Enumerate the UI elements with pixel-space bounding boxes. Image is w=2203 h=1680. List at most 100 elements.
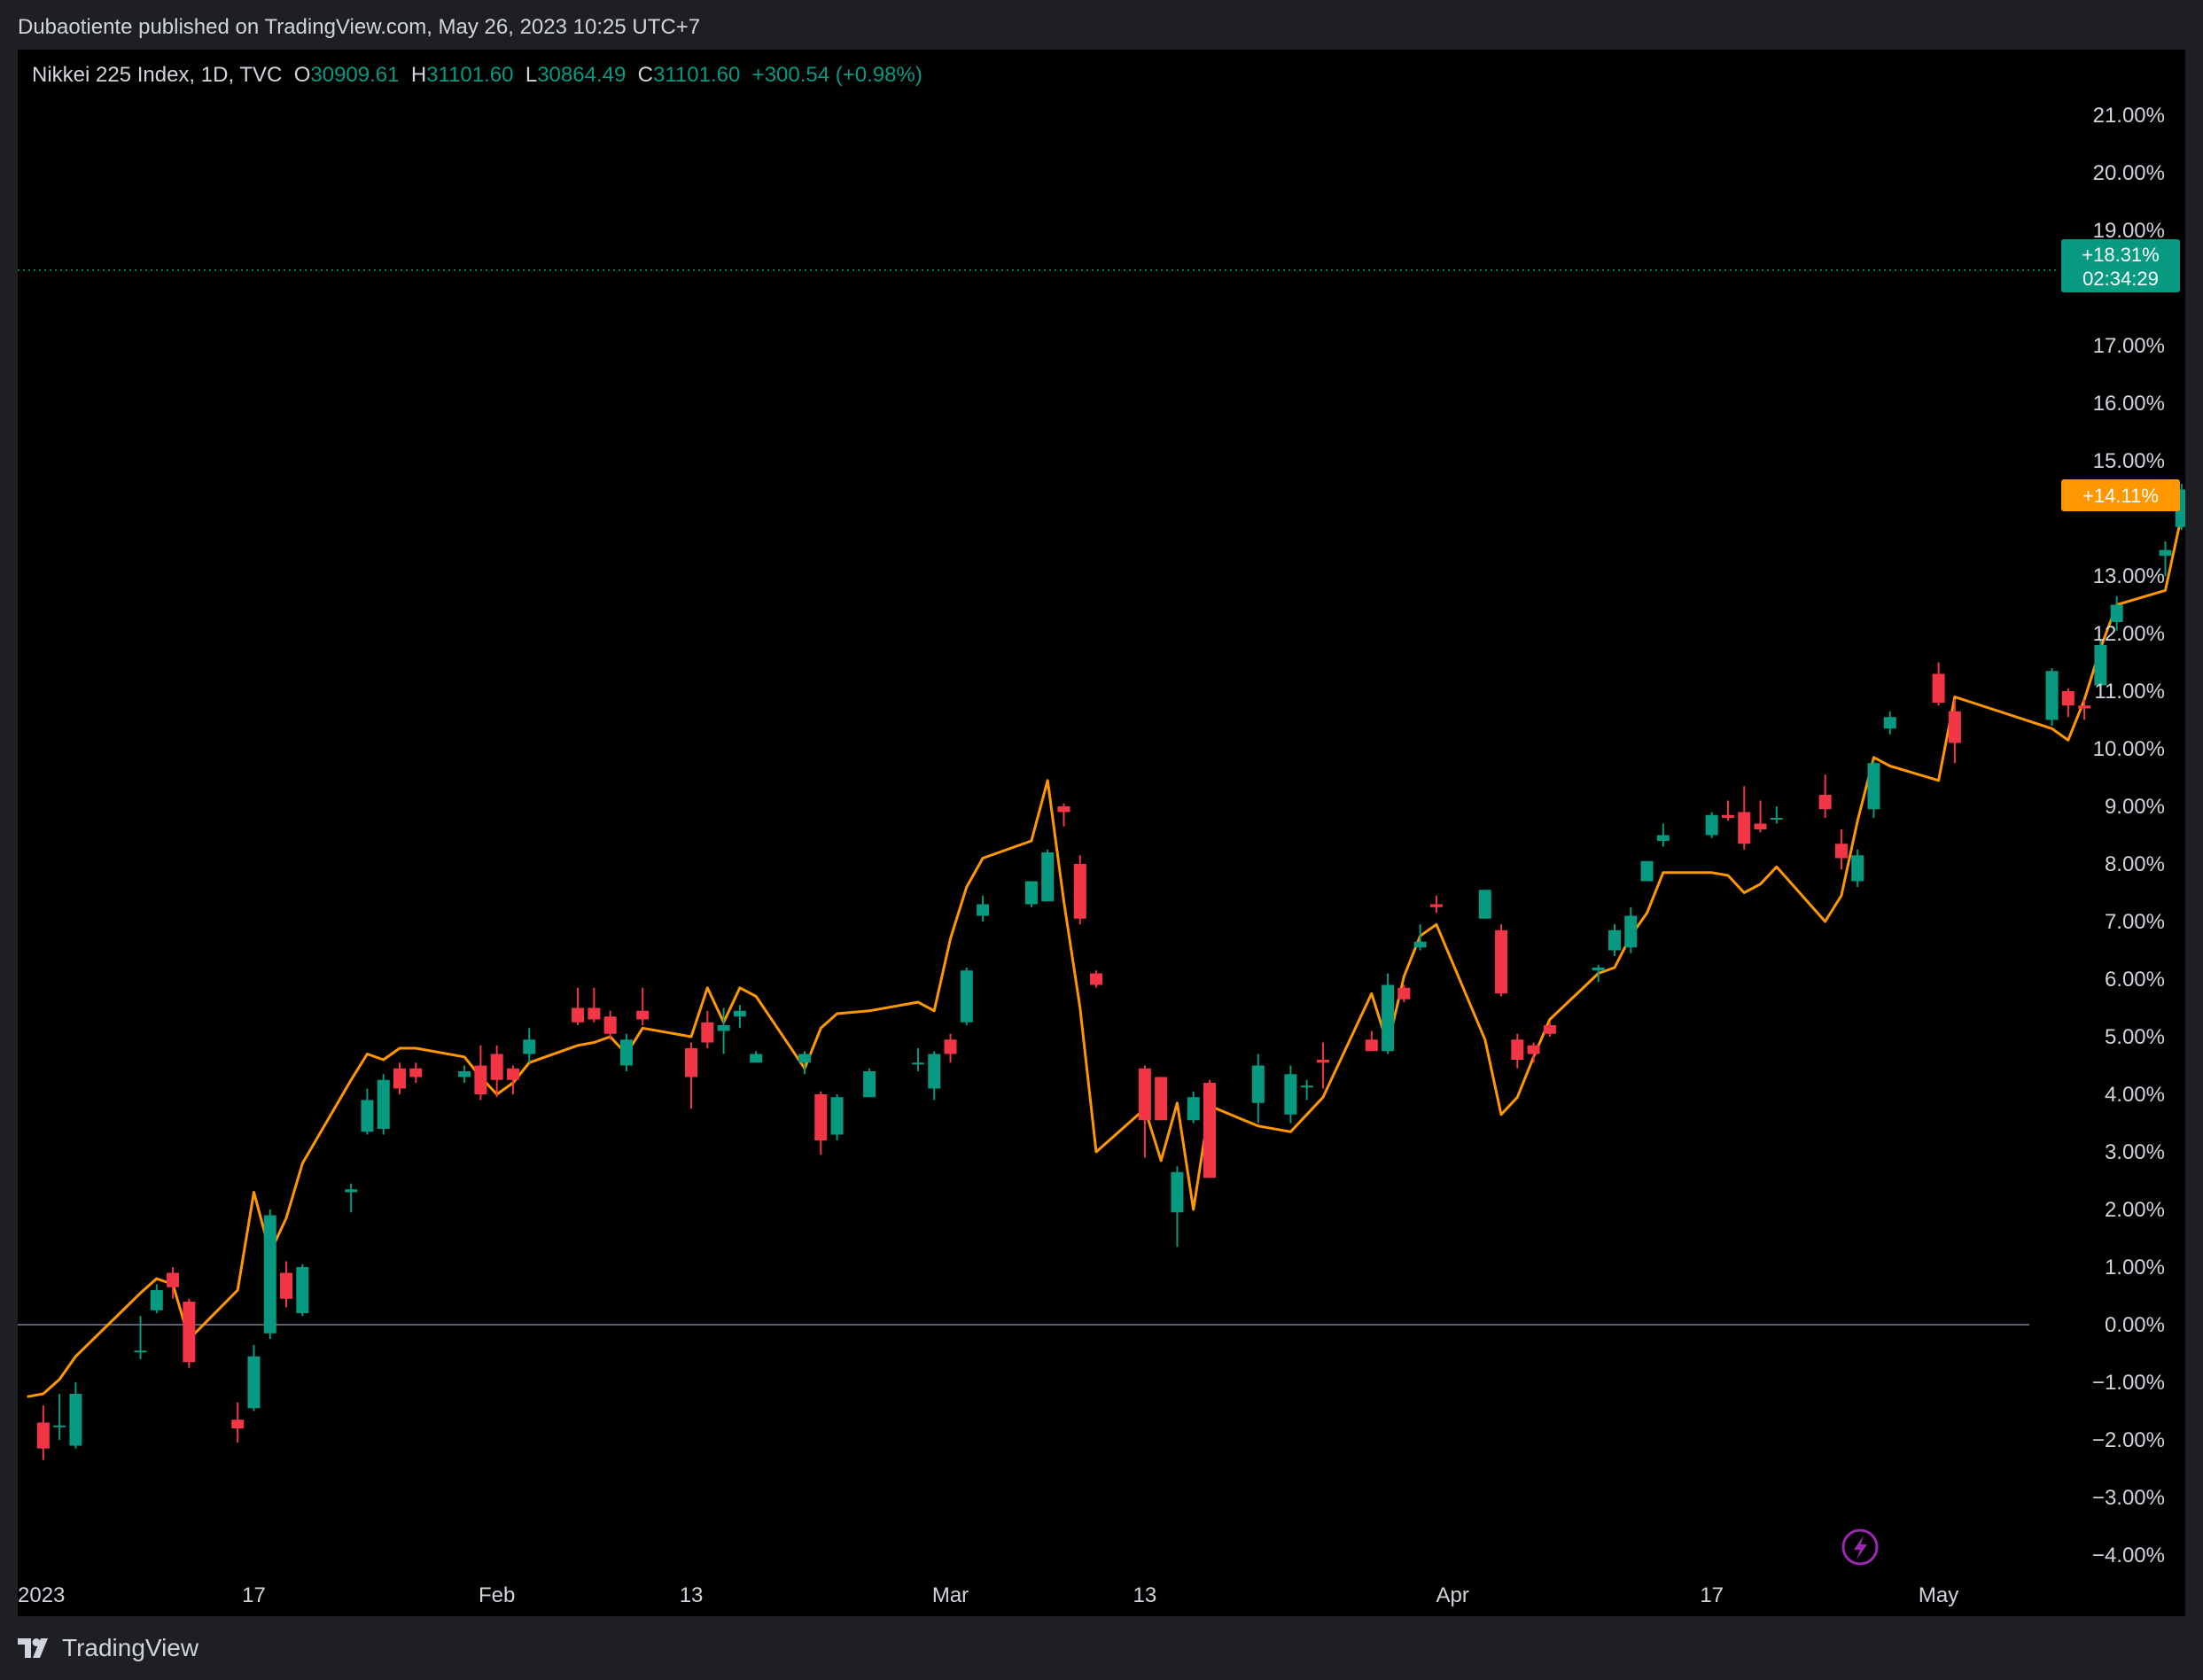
candle-body [296, 1267, 309, 1313]
candle-body [572, 1007, 585, 1023]
y-tick-label: 10.00% [2093, 737, 2165, 761]
candle-body [167, 1272, 180, 1287]
candle-body [2110, 604, 2123, 622]
candle-body [1818, 795, 1832, 810]
candle-body [506, 1068, 519, 1080]
candle-body [1527, 1045, 1540, 1054]
last-price-badge: +18.31% 02:34:29 [2061, 239, 2180, 292]
y-tick-label: 15.00% [2093, 449, 2165, 473]
candle-body [1851, 855, 1864, 882]
x-tick-label: May [1919, 1583, 1958, 1607]
candle-body [1024, 881, 1038, 905]
candle-body [53, 1425, 66, 1427]
chart-panel[interactable]: 21.00% 20.00% 19.00% 17.00% 16.00% 15.00% 13.0… [18, 50, 2185, 1616]
y-tick-label: 2.00% [2105, 1198, 2165, 1222]
close-label: C [637, 63, 653, 87]
candle-body [1640, 860, 1654, 882]
candle-body [409, 1068, 423, 1077]
candle-body [2159, 549, 2172, 556]
last-price-percent: +18.31% [2082, 244, 2159, 266]
x-tick-label: 17 [1700, 1583, 1724, 1607]
symbol-name[interactable]: Nikkei 225 Index, 1D, TVC [32, 63, 282, 87]
candle-body [377, 1079, 390, 1129]
candle [2045, 668, 2059, 726]
candle [296, 1264, 309, 1317]
candle-body [1365, 1039, 1378, 1052]
price-chart[interactable]: 21.00% 20.00% 19.00% 17.00% 16.00% 15.00% 13.0… [18, 50, 2185, 1616]
candle [1024, 881, 1038, 907]
high-label: H [410, 63, 427, 87]
candle [1478, 890, 1491, 919]
candle-body [1300, 1085, 1313, 1088]
x-tick-label: 13 [680, 1583, 704, 1607]
candle-body [1511, 1039, 1524, 1060]
candle-body [69, 1394, 82, 1446]
candle-body [1932, 673, 1945, 703]
y-tick-label: 4.00% [2105, 1083, 2165, 1107]
compare-percent: +14.11% [2082, 485, 2159, 507]
candle [1867, 760, 1880, 818]
candle-body [1543, 1025, 1556, 1034]
y-tick-label: 11.00% [2094, 680, 2165, 704]
candle-body [1171, 1171, 1184, 1213]
candle-body [1284, 1074, 1297, 1115]
candle-body [474, 1065, 487, 1094]
candle [183, 1298, 196, 1368]
y-tick-label: 9.00% [2105, 795, 2165, 819]
candle-body [1495, 929, 1508, 994]
candle-body [458, 1071, 471, 1077]
x-tick-label: 13 [1133, 1583, 1157, 1607]
candle-body [150, 1290, 163, 1311]
candle-body [1867, 763, 1880, 810]
candle-body [717, 1025, 730, 1031]
candle-body [977, 904, 990, 916]
bar-countdown: 02:34:29 [2082, 268, 2159, 290]
candle-body [263, 1215, 276, 1334]
candle-body [798, 1054, 811, 1063]
symbol-legend: Nikkei 225 Index, 1D, TVC O30909.61 H311… [32, 60, 922, 90]
candle-body [393, 1068, 406, 1089]
candle-body [361, 1100, 374, 1132]
candle-body [619, 1039, 633, 1066]
candle-body [36, 1422, 50, 1449]
candle-body [1138, 1068, 1151, 1121]
candle-body [1608, 929, 1621, 951]
candle-body [1397, 987, 1411, 999]
candle-body [701, 1022, 714, 1043]
y-tick-label: −1.00% [2092, 1371, 2165, 1395]
candle [1041, 849, 1055, 902]
y-tick-label: 20.00% [2093, 161, 2165, 185]
publisher-text: Dubaotiente published on TradingView.com… [18, 15, 701, 39]
candle-body [1203, 1083, 1216, 1178]
candle-body [1316, 1060, 1329, 1063]
candle [1640, 860, 1654, 882]
candle-body [523, 1039, 536, 1054]
x-tick-label: 17 [242, 1583, 266, 1607]
y-tick-label: 19.00% [2093, 219, 2165, 243]
low-value: 30864.49 [537, 63, 627, 87]
candle-body [1592, 968, 1605, 971]
candle-body [863, 1071, 876, 1098]
candle [377, 1074, 390, 1135]
x-tick-label: Apr [1436, 1583, 1469, 1607]
candle-body [2061, 691, 2075, 706]
candle-body [1429, 904, 1443, 907]
x-tick-label: 2023 [18, 1583, 65, 1607]
candle-body [1738, 812, 1751, 844]
y-tick-label: 17.00% [2093, 334, 2165, 358]
candle-body [1251, 1065, 1265, 1103]
y-tick-label: 12.00% [2093, 622, 2165, 646]
tradingview-logo-icon[interactable] [18, 1638, 53, 1658]
candle-body [1382, 984, 1395, 1052]
x-tick-label: Feb [479, 1583, 515, 1607]
brand-name[interactable]: TradingView [62, 1629, 199, 1668]
candle [1203, 1079, 1216, 1178]
candle [1073, 855, 1086, 925]
candle-body [750, 1054, 763, 1063]
y-tick-label: 6.00% [2105, 968, 2165, 992]
y-tick-label: 3.00% [2105, 1140, 2165, 1164]
candle-body [814, 1094, 828, 1140]
candle-body [1041, 852, 1055, 902]
y-tick-label: 8.00% [2105, 852, 2165, 876]
y-tick-label: 0.00% [2105, 1313, 2165, 1337]
